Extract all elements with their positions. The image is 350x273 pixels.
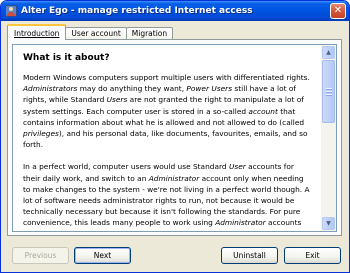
grip-line: [326, 88, 332, 89]
tab-strip: Introduction User account Migration: [7, 24, 174, 40]
tab-user-account-label: User account: [71, 29, 121, 38]
tab-migration-label: Migration: [131, 29, 168, 38]
next-button[interactable]: Next: [74, 247, 131, 264]
tab-introduction-label: Introduction: [14, 29, 60, 38]
title-bar[interactable]: Alter Ego - manage restricted Internet a…: [1, 1, 349, 21]
scroll-down-button[interactable]: ▼: [322, 217, 335, 230]
grip-line: [326, 94, 332, 95]
scroll-up-button[interactable]: ▲: [322, 46, 335, 59]
previous-button[interactable]: Previous: [12, 247, 69, 264]
exit-button[interactable]: Exit: [284, 247, 341, 264]
uninstall-button[interactable]: Uninstall: [221, 247, 278, 264]
tab-panel-introduction: What is it about? Modern Windows compute…: [7, 39, 342, 236]
introduction-text-box[interactable]: What is it about? Modern Windows compute…: [12, 44, 337, 232]
tab-introduction[interactable]: Introduction: [7, 24, 67, 40]
close-button[interactable]: ✕: [330, 3, 346, 19]
app-user-icon: [5, 5, 17, 17]
window-title: Alter Ego - manage restricted Internet a…: [21, 6, 253, 16]
grip-line: [326, 91, 332, 92]
paragraph-1: Modern Windows computers support multipl…: [23, 73, 310, 150]
vertical-scrollbar[interactable]: ▲ ▼: [321, 45, 336, 231]
scroll-thumb[interactable]: [322, 60, 335, 123]
content-heading: What is it about?: [23, 53, 110, 63]
paragraph-2: In a perfect world, computer users would…: [23, 162, 310, 231]
introduction-text: What is it about? Modern Windows compute…: [23, 53, 311, 231]
app-window: Alter Ego - manage restricted Internet a…: [0, 0, 350, 273]
